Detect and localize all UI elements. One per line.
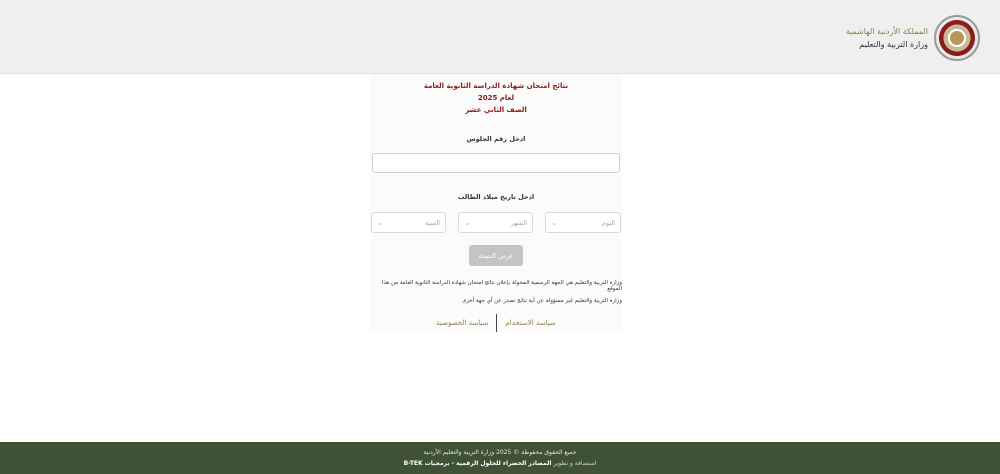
title-year: لعام 2025: [477, 94, 515, 102]
brand-kingdom-name: المملكة الأردنية الهاشمية: [845, 27, 928, 36]
day-select[interactable]: اليوم ⌄: [545, 212, 621, 233]
chevron-down-icon: ⌄: [551, 218, 558, 227]
developer-credit-link[interactable]: المصادر الخضراء للحلول الرقمية - برمجيات…: [404, 460, 552, 467]
page-title: نتائج امتحان شهادة الدراسة الثانوية العا…: [370, 80, 622, 116]
terms-of-use-link[interactable]: سياسة الاستخدام: [497, 319, 563, 327]
official-source-note: وزارة التربية والتعليم هي الجهة الرسمية …: [381, 280, 622, 292]
title-grade: الصف الثاني عشر: [465, 106, 527, 114]
year-select[interactable]: السنة ⌄: [371, 212, 446, 233]
day-select-placeholder: اليوم: [601, 218, 615, 227]
month-select[interactable]: الشهر ⌄: [458, 212, 533, 233]
site-footer: جميع الحقوق محفوظة © 2025 وزارة التربية …: [0, 442, 1000, 474]
emblem-center: [950, 31, 964, 45]
jordan-coat-of-arms-icon: [934, 15, 980, 61]
month-select-placeholder: الشهر: [510, 218, 527, 227]
developer-credit: استضافة و تطوير المصادر الخضراء للحلول ا…: [0, 457, 1000, 471]
brand-ministry-name: وزارة التربية والتعليم: [859, 40, 928, 49]
developer-credit-prefix: استضافة و تطوير: [553, 460, 597, 467]
privacy-policy-link[interactable]: سياسة الخصوصية: [428, 319, 496, 327]
results-form-card: نتائج امتحان شهادة الدراسة الثانوية العا…: [370, 74, 622, 332]
show-result-button[interactable]: عرض النتيجة: [469, 245, 523, 266]
chevron-down-icon: ⌄: [464, 218, 471, 227]
site-header: المملكة الأردنية الهاشمية وزارة التربية …: [0, 0, 1000, 74]
birth-date-label: ادخل تاريخ ميلاد الطالب: [457, 193, 535, 201]
copyright-text: جميع الحقوق محفوظة © 2025 وزارة التربية …: [423, 449, 577, 456]
brand-text: المملكة الأردنية الهاشمية وزارة التربية …: [846, 25, 928, 51]
year-select-placeholder: السنة: [424, 218, 440, 227]
disclaimer-note: وزارة التربية والتعليم غير مسؤولة عن أية…: [462, 298, 622, 304]
seat-number-label: ادخل رقم الجلوس: [466, 135, 526, 143]
policy-links: سياسة الخصوصية سياسة الاستخدام: [370, 314, 622, 332]
seat-number-input[interactable]: [372, 153, 620, 173]
brand[interactable]: المملكة الأردنية الهاشمية وزارة التربية …: [846, 14, 980, 62]
chevron-down-icon: ⌄: [377, 218, 384, 227]
title-exam-results: نتائج امتحان شهادة الدراسة الثانوية العا…: [423, 82, 569, 90]
page: المملكة الأردنية الهاشمية وزارة التربية …: [0, 0, 1000, 474]
